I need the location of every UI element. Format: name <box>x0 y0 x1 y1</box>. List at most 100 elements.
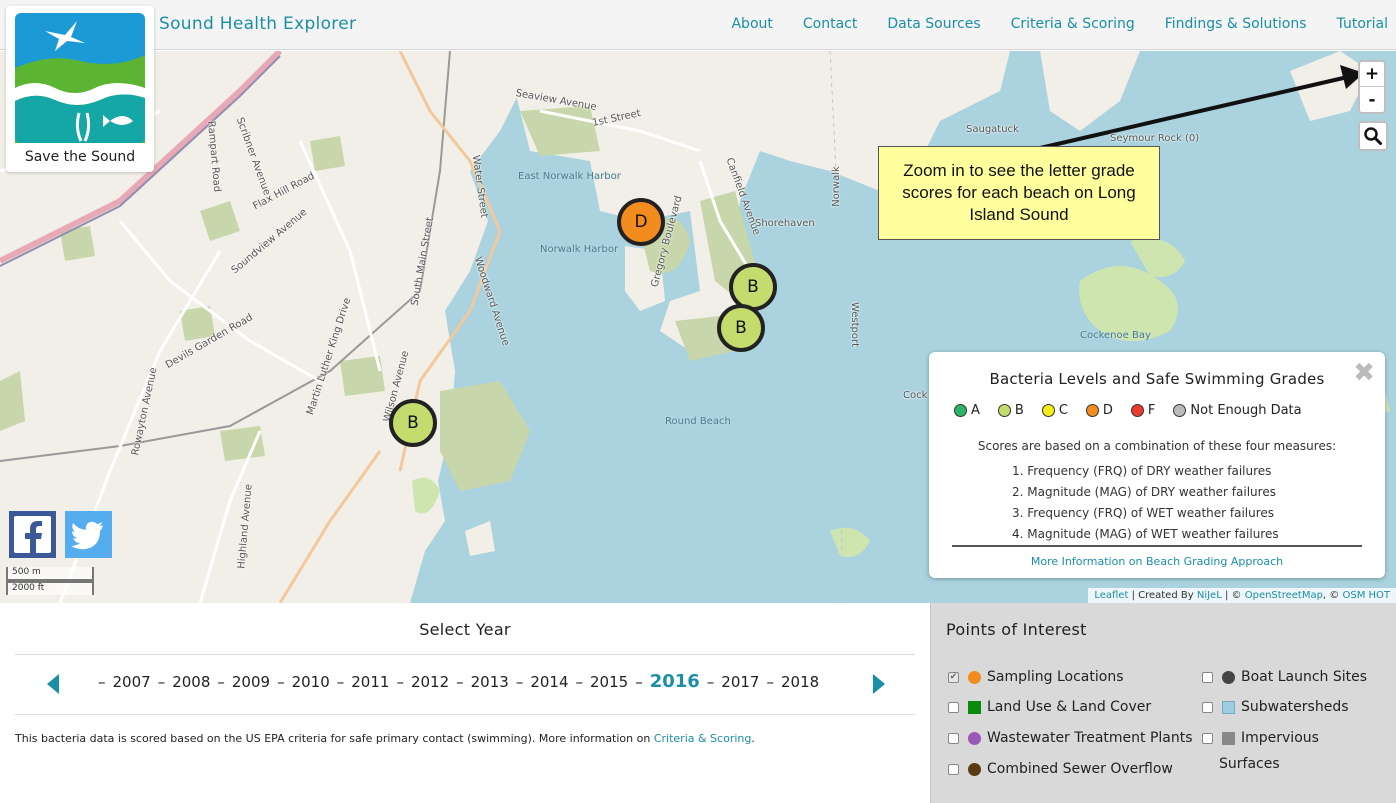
legend-grade-d: D <box>1085 403 1113 418</box>
app-root: Sound Health Explorer About Contact Data… <box>0 0 1396 803</box>
criteria-scoring-link[interactable]: Criteria & Scoring <box>654 732 752 745</box>
legend-measure: 3. Frequency (FRQ) of WET weather failur… <box>1012 506 1275 520</box>
poi-label: Subwatersheds <box>1241 699 1349 715</box>
map-label: Shorehaven <box>755 218 815 229</box>
openstreetmap-link[interactable]: OpenStreetMap <box>1245 590 1323 601</box>
scale-metric: 500 m <box>6 567 94 581</box>
year-option[interactable]: 2012 <box>411 673 449 691</box>
poi-sewer-overflow[interactable]: Combined Sewer Overflow <box>948 761 1173 777</box>
beach-grade-marker[interactable]: B <box>717 304 765 352</box>
year-separator: – <box>515 673 524 691</box>
scoring-note: This bacteria data is scored based on th… <box>15 732 755 745</box>
grade-dot-icon <box>997 404 1011 417</box>
legend-grade-list: A B C D F Not Enough Data <box>954 403 1320 418</box>
zoom-in-button[interactable]: + <box>1360 62 1384 87</box>
year-separator: – <box>98 673 106 691</box>
poi-label-continuation: Surfaces <box>1219 756 1280 772</box>
save-the-sound-logo[interactable]: Save the Sound <box>6 6 154 172</box>
gray-dot-icon <box>1222 670 1235 684</box>
legend-title: Bacteria Levels and Safe Swimming Grades <box>989 370 1325 388</box>
year-option[interactable]: 2011 <box>351 673 389 691</box>
twitter-icon <box>71 521 103 550</box>
nav-findings-solutions[interactable]: Findings & Solutions <box>1165 16 1307 32</box>
poi-checkbox[interactable] <box>1202 701 1213 713</box>
year-separator: – <box>766 673 774 691</box>
header-bar: Sound Health Explorer About Contact Data… <box>0 0 1396 50</box>
map-label: Round Beach <box>665 416 731 427</box>
grade-dot-icon <box>1130 404 1144 417</box>
year-option[interactable]: 2009 <box>232 673 270 691</box>
next-year-button[interactable] <box>871 674 885 698</box>
poi-sampling-locations[interactable]: ✔ Sampling Locations <box>948 669 1124 685</box>
logo-text: Save the Sound <box>24 149 136 165</box>
poi-checkbox[interactable] <box>1202 732 1213 744</box>
poi-checkbox-checked[interactable]: ✔ <box>948 671 959 683</box>
poi-impervious-surfaces[interactable]: Impervious <box>1202 730 1319 746</box>
legend-divider <box>952 545 1362 547</box>
poi-subwatersheds[interactable]: Subwatersheds <box>1202 699 1349 715</box>
nav-contact[interactable]: Contact <box>803 16 857 32</box>
year-separator: – <box>706 673 715 691</box>
attribution-text: | Created By <box>1131 590 1194 601</box>
map-scale: 500 m 2000 ft <box>6 567 94 595</box>
poi-label: Sampling Locations <box>987 669 1124 685</box>
legend-grade-c: C <box>1041 403 1068 418</box>
legend-measure: 2. Magnitude (MAG) of DRY weather failur… <box>1012 485 1276 499</box>
map-attribution: Leaflet | Created By NiJeL | © OpenStree… <box>1088 588 1396 603</box>
poi-checkbox[interactable] <box>948 763 959 775</box>
nav-tutorial[interactable]: Tutorial <box>1337 16 1388 32</box>
grade-dot-icon <box>1085 404 1099 417</box>
legend-measure: 1. Frequency (FRQ) of DRY weather failur… <box>1012 464 1272 478</box>
purple-dot-icon <box>968 731 981 745</box>
beach-grading-info-link[interactable]: More Information on Beach Grading Approa… <box>929 555 1385 568</box>
map-label: Westport <box>849 301 861 348</box>
twitter-share-button[interactable] <box>65 511 112 558</box>
divider <box>15 654 915 655</box>
year-option[interactable]: 2010 <box>292 673 330 691</box>
beach-grade-marker[interactable]: B <box>389 399 437 447</box>
legend-grade-no-data: Not Enough Data <box>1173 403 1302 418</box>
leaflet-link[interactable]: Leaflet <box>1094 590 1128 601</box>
poi-checkbox[interactable] <box>948 701 959 713</box>
green-square-icon <box>968 700 981 714</box>
year-separator: – <box>456 673 464 691</box>
map-label: Cockenoe Bay <box>1080 330 1151 341</box>
previous-year-button[interactable] <box>47 674 61 698</box>
year-option-selected[interactable]: 2016 <box>650 671 700 692</box>
poi-land-use[interactable]: Land Use & Land Cover <box>948 699 1151 715</box>
year-option[interactable]: 2008 <box>172 673 210 691</box>
poi-label: Wastewater Treatment Plants <box>987 730 1193 746</box>
nav-about[interactable]: About <box>731 16 772 32</box>
map-label: East Norwalk Harbor <box>518 171 621 182</box>
poi-title: Points of Interest <box>946 620 1087 639</box>
map-label: Saugatuck <box>966 124 1019 135</box>
map-label: Seymour Rock (0) <box>1110 133 1200 144</box>
facebook-share-button[interactable] <box>9 511 56 558</box>
year-option[interactable]: 2015 <box>590 673 628 691</box>
map-search-button[interactable] <box>1358 121 1388 151</box>
poi-checkbox[interactable] <box>1202 671 1213 683</box>
year-option[interactable]: 2007 <box>113 673 151 691</box>
scale-imperial: 2000 ft <box>6 581 94 595</box>
app-title[interactable]: Sound Health Explorer <box>159 14 356 34</box>
poi-wastewater-plants[interactable]: Wastewater Treatment Plants <box>948 730 1193 746</box>
year-option[interactable]: 2013 <box>471 673 509 691</box>
year-option[interactable]: 2018 <box>781 673 819 691</box>
nav-data-sources[interactable]: Data Sources <box>887 16 980 32</box>
year-option[interactable]: 2017 <box>721 673 759 691</box>
osm-hot-link[interactable]: OSM HOT <box>1342 590 1390 601</box>
legend-measure: 4. Magnitude (MAG) of WET weather failur… <box>1012 527 1279 541</box>
poi-label: Impervious <box>1241 730 1319 746</box>
nav-criteria-scoring[interactable]: Criteria & Scoring <box>1011 16 1135 32</box>
year-option[interactable]: 2014 <box>530 673 568 691</box>
zoom-hint-tooltip: Zoom in to see the letter grade scores f… <box>878 146 1160 240</box>
search-icon <box>1364 127 1382 145</box>
map-area[interactable]: Seaview Avenue 1st Street Saugatuck Seym… <box>0 51 1396 603</box>
beach-grade-marker[interactable]: D <box>617 198 665 246</box>
orange-dot-icon <box>968 670 981 684</box>
year-selector-panel: Select Year – 2007 – 2008 – 2009 – 2010 … <box>0 603 930 803</box>
poi-checkbox[interactable] <box>948 732 959 744</box>
poi-boat-launch-sites[interactable]: Boat Launch Sites <box>1202 669 1367 685</box>
nijel-link[interactable]: NiJeL <box>1197 590 1222 601</box>
zoom-out-button[interactable]: - <box>1360 87 1384 112</box>
